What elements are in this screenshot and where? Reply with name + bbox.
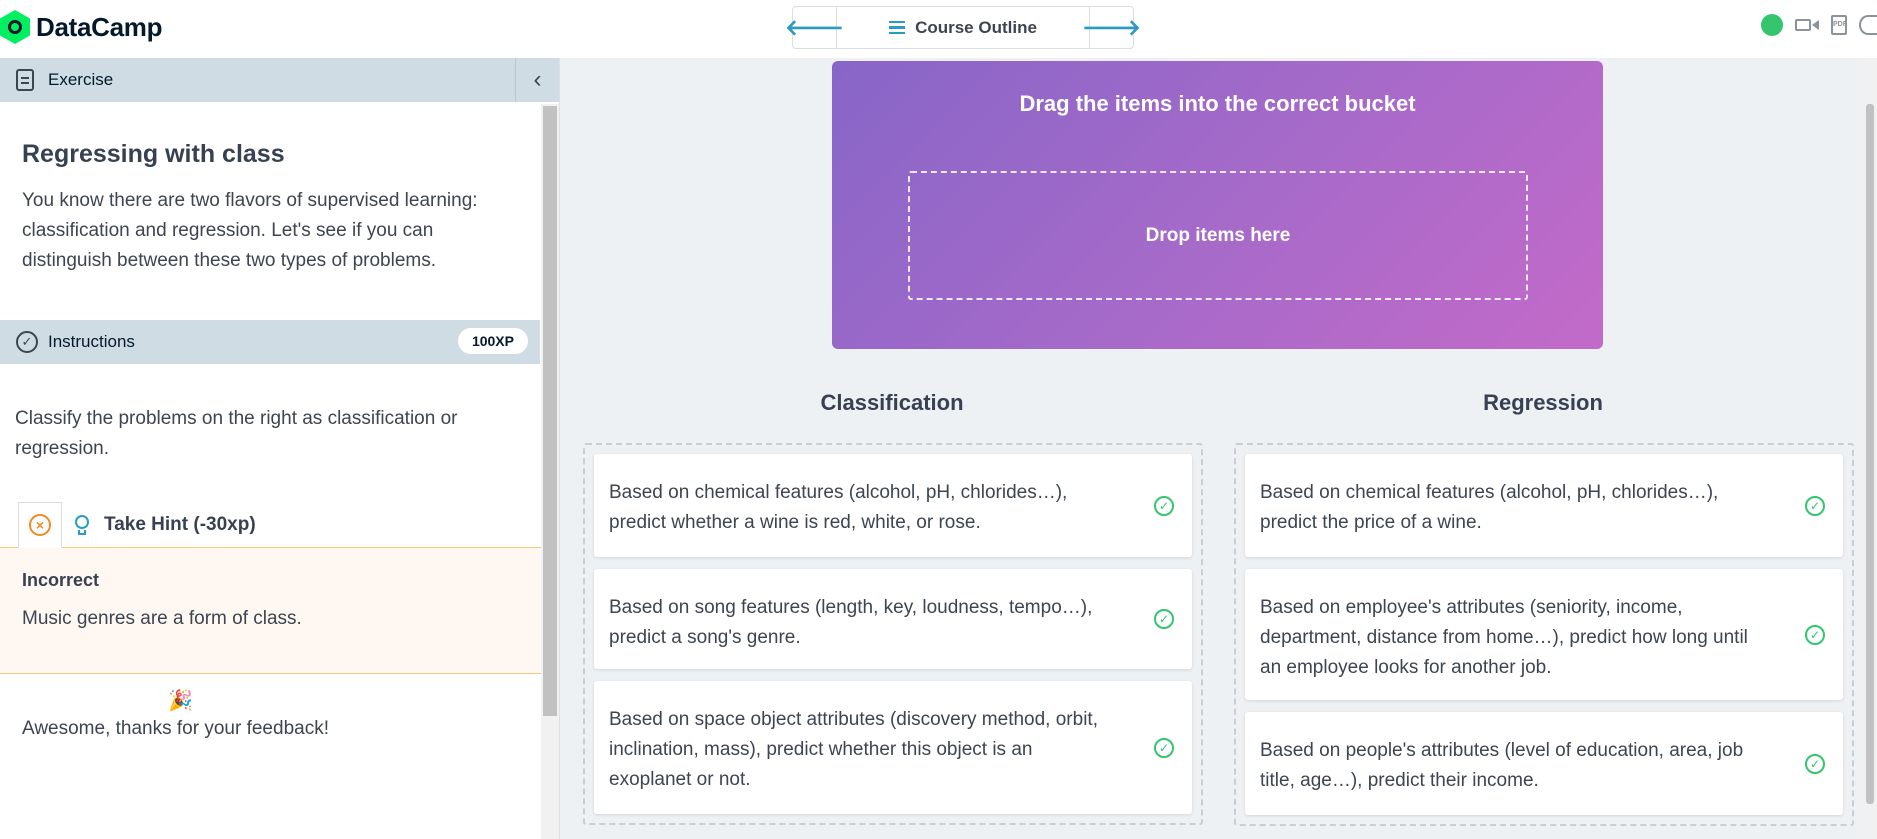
- drag-item-card[interactable]: Based on people's attributes (level of e…: [1245, 712, 1843, 815]
- drag-instructions-panel: Drag the items into the correct bucket D…: [832, 61, 1603, 349]
- check-circle-icon: ✓: [1154, 609, 1174, 629]
- hamburger-icon: [889, 20, 906, 35]
- exercise-panel: Exercise ‹ Regressing with class You kno…: [0, 58, 560, 839]
- top-right-icons: PDF: [1761, 14, 1877, 36]
- previous-exercise-button[interactable]: 🡐: [785, 7, 844, 48]
- feedback-title: Incorrect: [22, 570, 100, 590]
- instructions-text: Classify the problems on the right as cl…: [15, 408, 458, 459]
- bucket-regression[interactable]: Based on chemical features (alcohol, pH,…: [1234, 443, 1854, 826]
- document-icon: [16, 69, 34, 91]
- check-circle-icon: ✓: [1154, 737, 1174, 758]
- bucket-title-regression: Regression: [1483, 390, 1603, 415]
- drag-item-text: Based on employee's attributes (seniorit…: [1260, 597, 1748, 678]
- check-circle-icon: ✓: [1805, 753, 1825, 774]
- instructions-tab: ✓ Instructions 100XP: [0, 320, 540, 364]
- drag-item-card[interactable]: Based on song features (length, key, lou…: [594, 569, 1192, 669]
- check-circle-icon: ✓: [1805, 495, 1825, 516]
- drag-title: Drag the items into the correct bucket: [1019, 91, 1416, 116]
- drag-item-card[interactable]: Based on employee's attributes (seniorit…: [1245, 569, 1843, 700]
- pdf-icon[interactable]: PDF: [1831, 15, 1847, 35]
- drag-item-card[interactable]: Based on chemical features (alcohol, pH,…: [594, 454, 1192, 557]
- party-popper-icon: 🎉: [168, 690, 193, 712]
- top-bar: DataCamp 🡐 Course Outline 🡒 PDF: [0, 0, 1877, 58]
- next-exercise-button[interactable]: 🡒: [1082, 7, 1141, 48]
- drag-item-text: Based on people's attributes (level of e…: [1260, 740, 1744, 791]
- panel-scrollbar[interactable]: [541, 104, 559, 839]
- lightbulb-icon: [74, 515, 90, 537]
- close-circle-icon: ×: [29, 514, 51, 536]
- feedback-thanks: Awesome, thanks for your feedback!: [22, 718, 329, 739]
- course-outline-label: Course Outline: [915, 17, 1037, 37]
- take-hint-button[interactable]: Take Hint (-30xp): [104, 514, 256, 536]
- exercise-tab: Exercise ‹: [0, 58, 559, 102]
- close-feedback-button[interactable]: ×: [18, 502, 62, 548]
- brand-logo[interactable]: DataCamp: [0, 10, 163, 44]
- drag-item-text: Based on chemical features (alcohol, pH,…: [609, 482, 1068, 533]
- bucket-title-classification: Classification: [820, 390, 964, 415]
- main-scroll-thumb[interactable]: [1866, 104, 1874, 804]
- help-icon[interactable]: [1859, 15, 1877, 35]
- drag-item-text: Based on chemical features (alcohol, pH,…: [1260, 482, 1719, 533]
- collapse-panel-button[interactable]: ‹: [515, 58, 559, 102]
- drag-item-text: Based on space object attributes (discov…: [609, 709, 1098, 790]
- drop-zone-label: Drop items here: [1145, 224, 1291, 246]
- drag-item-text: Based on song features (length, key, lou…: [609, 597, 1093, 648]
- feedback-text: Music genres are a form of class.: [22, 608, 302, 629]
- exercise-tab-label: Exercise: [48, 70, 114, 89]
- drag-item-card[interactable]: Based on chemical features (alcohol, pH,…: [1245, 454, 1843, 557]
- check-circle-icon: ✓: [1805, 624, 1825, 645]
- feedback-box: Incorrect Music genres are a form of cla…: [0, 548, 541, 674]
- course-outline-nav: 🡐 Course Outline 🡒: [785, 6, 1141, 49]
- xp-badge: 100XP: [457, 328, 528, 354]
- course-outline-button[interactable]: Course Outline: [837, 7, 1089, 48]
- main-scrollbar[interactable]: [1863, 58, 1877, 839]
- panel-scroll-thumb[interactable]: [543, 106, 557, 716]
- exercise-title: Regressing with class: [22, 140, 285, 168]
- datacamp-logo-icon: [0, 10, 30, 44]
- brand-name: DataCamp: [36, 11, 163, 42]
- bucket-classification[interactable]: Based on chemical features (alcohol, pH,…: [583, 443, 1203, 825]
- chevron-left-icon: ‹: [533, 66, 542, 93]
- status-dot-icon: [1761, 14, 1783, 36]
- arrow-right-icon: 🡒: [1082, 14, 1141, 40]
- video-icon[interactable]: [1795, 17, 1819, 33]
- hint-row: × Take Hint (-30xp): [0, 502, 541, 548]
- exercise-description: You know there are two flavors of superv…: [22, 190, 478, 271]
- drag-item-card[interactable]: Based on space object attributes (discov…: [594, 681, 1192, 814]
- check-circle-icon: ✓: [16, 331, 38, 353]
- instructions-tab-label: Instructions: [48, 332, 135, 351]
- arrow-left-icon: 🡐: [785, 14, 844, 40]
- check-circle-icon: ✓: [1154, 495, 1174, 516]
- drop-zone[interactable]: Drop items here: [908, 171, 1528, 300]
